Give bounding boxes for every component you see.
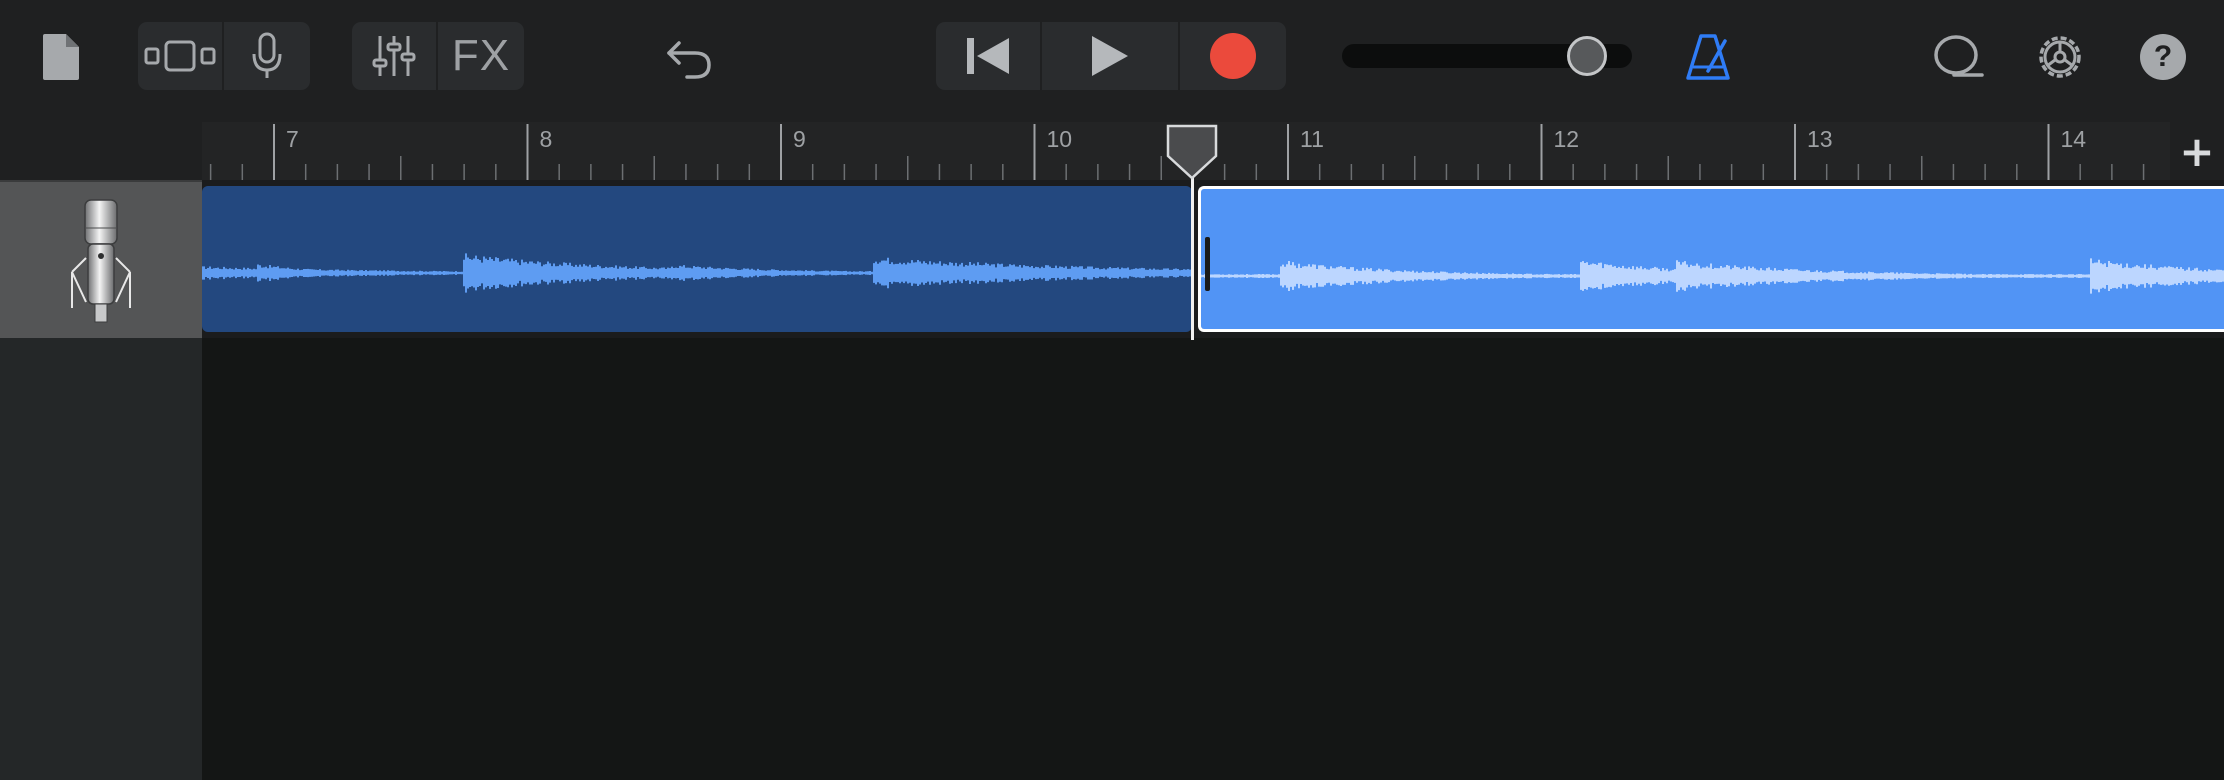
mixer-fx-group: FX <box>352 22 524 90</box>
playhead[interactable] <box>1191 168 1194 340</box>
playhead-handle[interactable] <box>1164 124 1220 180</box>
gear-icon <box>2039 36 2081 78</box>
metronome-button[interactable] <box>1682 30 1734 84</box>
region-trim-handle[interactable] <box>1205 237 1210 291</box>
undo-button[interactable] <box>662 32 716 82</box>
empty-track-area <box>202 338 2224 780</box>
record-icon <box>1210 33 1256 79</box>
help-button[interactable]: ? <box>2140 34 2186 80</box>
audio-region-2-selected[interactable] <box>1198 186 2224 332</box>
sliders-icon <box>372 36 416 76</box>
control-bar: FX ? <box>0 0 2224 122</box>
record-button[interactable] <box>1178 22 1286 90</box>
bar-number-label: 13 <box>1807 126 1833 152</box>
waveform <box>1201 258 2224 294</box>
bar-number-label: 11 <box>1300 126 1324 152</box>
audio-region-1[interactable] <box>202 186 1192 332</box>
bar-number-label: 9 <box>793 126 806 152</box>
microphone-icon <box>71 199 131 323</box>
mixer-button[interactable] <box>352 22 436 90</box>
go-to-beginning-button[interactable] <box>936 22 1040 90</box>
my-songs-button[interactable] <box>36 30 86 84</box>
bar-number-label: 10 <box>1046 126 1073 152</box>
play-icon <box>1092 36 1128 76</box>
metronome-icon <box>1686 34 1730 80</box>
ruler-corner <box>0 122 202 180</box>
track-header-audio-recorder[interactable] <box>0 180 202 338</box>
document-icon <box>43 34 79 80</box>
volume-slider-knob[interactable] <box>1567 36 1607 76</box>
loop-browser-button[interactable] <box>1930 30 1986 84</box>
settings-button[interactable] <box>2034 30 2086 84</box>
fx-button[interactable]: FX <box>436 22 524 90</box>
add-section-button[interactable]: + <box>2170 122 2224 180</box>
smart-controls-button[interactable] <box>222 22 310 90</box>
bar-number-label: 8 <box>539 126 553 152</box>
bar-number-label: 14 <box>2060 126 2087 152</box>
bar-number-label: 7 <box>286 126 299 152</box>
transport-group <box>936 22 1286 90</box>
undo-icon <box>667 41 711 79</box>
microphone-icon <box>252 32 282 78</box>
view-group <box>138 22 310 90</box>
tracks-view-icon <box>144 40 216 72</box>
track-lane <box>202 180 2224 338</box>
waveform <box>202 253 1192 293</box>
loop-icon <box>1934 35 1984 77</box>
tracks-view-button[interactable] <box>138 22 222 90</box>
play-button[interactable] <box>1040 22 1178 90</box>
skip-back-icon <box>967 38 1009 74</box>
help-icon: ? <box>2153 40 2173 73</box>
bar-number-label: 12 <box>1553 126 1580 152</box>
